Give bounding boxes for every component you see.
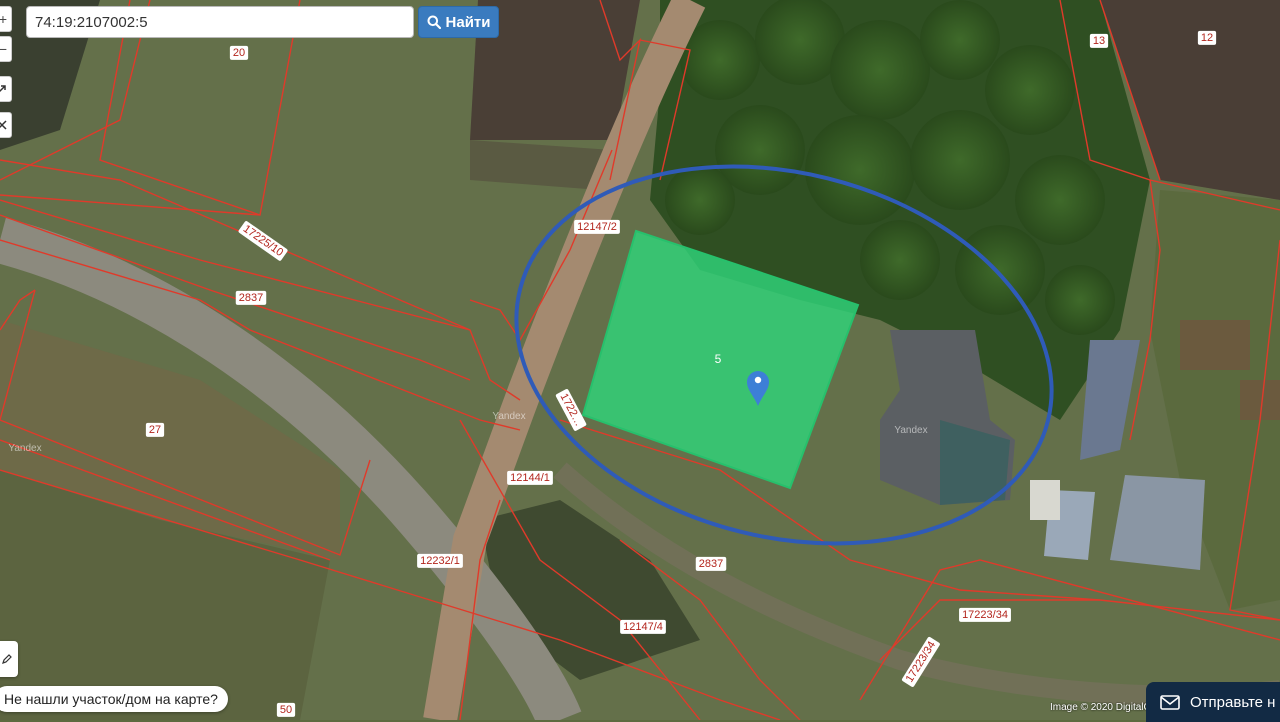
yandex-watermark: Yandex	[8, 443, 41, 454]
parcel-label-text: 17223/34	[962, 609, 1008, 621]
parcel-label: 12147/2	[574, 219, 620, 234]
building-roof	[1110, 475, 1205, 570]
imagery-attribution: Image © 2020 DigitalG	[1050, 702, 1146, 713]
collapse-button[interactable]	[0, 112, 12, 138]
garden-bed	[1180, 320, 1250, 370]
parcel-label-text: 12144/1	[510, 472, 550, 484]
parcel-label: 12147/4	[620, 619, 666, 634]
edit-button[interactable]	[0, 641, 18, 677]
parcel-label-text: 27	[149, 424, 161, 436]
satellite-map[interactable]: 5 2013 1217225/1028372712147/21722…12144/…	[0, 0, 1280, 720]
find-button[interactable]: Найти	[418, 6, 499, 38]
zoom-in-button[interactable]: +	[0, 6, 12, 32]
parcel-label: 17223/34	[959, 607, 1011, 622]
expand-icon	[0, 85, 6, 93]
send-message-panel[interactable]: Отправьте н	[1146, 682, 1280, 722]
parcel-label-text: 13	[1093, 35, 1105, 47]
not-found-link[interactable]: Не нашли участок/дом на карте?	[0, 686, 228, 712]
parcel-label-text: 12	[1201, 32, 1213, 44]
parcel-label: 13	[1089, 33, 1109, 48]
pencil-icon	[2, 654, 12, 664]
parcel-label-text: 20	[233, 47, 245, 59]
search-icon	[427, 15, 441, 29]
yandex-watermark: Yandex	[894, 425, 927, 436]
zoom-out-button[interactable]: −	[0, 36, 12, 62]
parcel-label-text: 2837	[239, 292, 263, 304]
selected-parcel-label: 5	[715, 352, 722, 366]
parcel-label-text: 50	[280, 704, 292, 716]
envelope-icon	[1160, 694, 1180, 710]
find-button-label: Найти	[445, 13, 491, 31]
parcel-label-text: 12147/2	[577, 221, 617, 233]
fullscreen-button[interactable]	[0, 76, 12, 102]
parcel-label-text: 12232/1	[420, 555, 460, 567]
parcel-label: 12232/1	[417, 553, 463, 568]
parcel-label: 50	[276, 702, 296, 717]
send-message-label: Отправьте н	[1190, 693, 1276, 711]
zoom-in-label: +	[0, 11, 7, 27]
parcel-label: 20	[229, 45, 249, 60]
parcel-label: 12144/1	[507, 470, 553, 485]
collapse-icon	[0, 120, 7, 130]
parcel-label-text: 2837	[699, 558, 723, 570]
cadastral-search-input[interactable]	[26, 6, 414, 38]
parcel-label: 2837	[695, 556, 727, 571]
shed	[1030, 480, 1060, 520]
parcel-label: 27	[145, 422, 165, 437]
parcel-label: 2837	[235, 290, 267, 305]
parcel-label: 12	[1197, 30, 1217, 45]
parcel-label-text: 12147/4	[623, 621, 663, 633]
not-found-text: Не нашли участок/дом на карте?	[4, 691, 218, 707]
yandex-watermark: Yandex	[492, 411, 525, 422]
zoom-out-label: −	[0, 41, 7, 57]
